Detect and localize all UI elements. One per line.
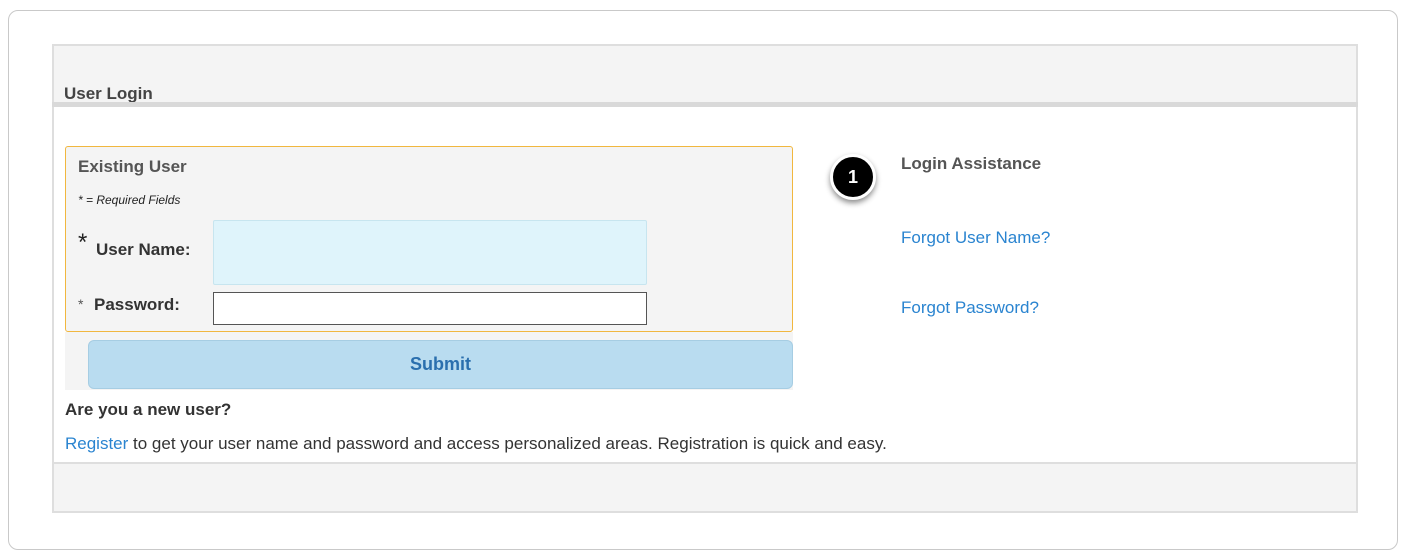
panel-footer	[52, 462, 1358, 513]
login-assistance-title: Login Assistance	[901, 154, 1042, 173]
forgot-password-link[interactable]: Forgot Password?	[901, 298, 1039, 318]
required-star: *	[78, 229, 88, 256]
existing-user-title: Existing User	[78, 157, 187, 176]
register-text: Register to get your user name and passw…	[65, 434, 887, 454]
username-input[interactable]	[213, 220, 647, 285]
panel-header: User Login	[52, 44, 1358, 104]
submit-button[interactable]: Submit	[88, 340, 793, 389]
page-title: User Login	[64, 84, 153, 103]
step-callout-badge: 1	[830, 154, 876, 200]
new-user-heading: Are you a new user?	[65, 400, 232, 419]
required-fields-note: * = Required Fields	[78, 193, 181, 207]
register-description: to get your user name and password and a…	[128, 434, 887, 453]
username-label: User Name:	[96, 240, 191, 259]
required-star: *	[78, 296, 84, 312]
password-label: Password:	[94, 295, 180, 314]
forgot-username-link[interactable]: Forgot User Name?	[901, 228, 1050, 248]
password-input[interactable]	[213, 292, 647, 325]
register-link[interactable]: Register	[65, 434, 128, 453]
